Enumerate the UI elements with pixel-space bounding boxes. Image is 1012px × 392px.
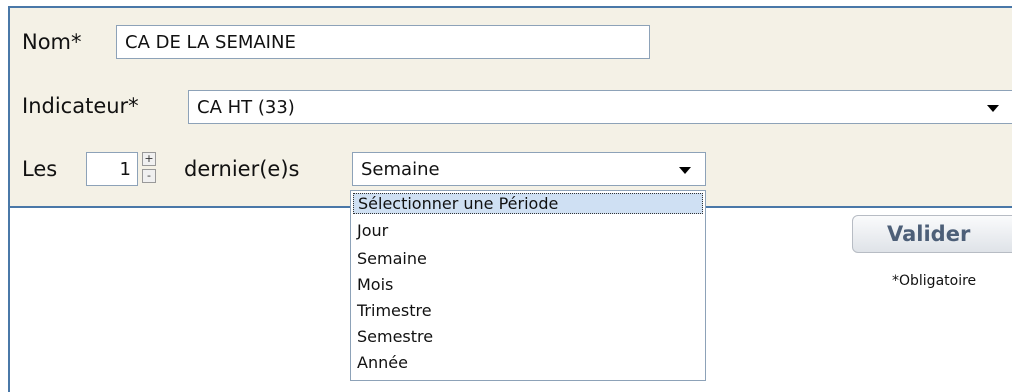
- count-input-value: 1: [119, 158, 131, 180]
- period-option[interactable]: Semestre: [357, 327, 433, 346]
- dernier-label: dernier(e)s: [184, 157, 300, 181]
- chevron-down-icon[interactable]: [679, 167, 691, 174]
- name-label: Nom*: [22, 30, 82, 54]
- period-option[interactable]: Mois: [357, 275, 393, 294]
- period-option[interactable]: Sélectionner une Période: [353, 193, 703, 214]
- decrement-button[interactable]: -: [142, 169, 156, 183]
- period-option[interactable]: Année: [357, 353, 408, 372]
- count-input[interactable]: 1: [86, 152, 138, 186]
- indicator-select-value: CA HT (33): [197, 96, 295, 118]
- les-label: Les: [22, 157, 58, 181]
- period-dropdown-list: Sélectionner une Période Jour Semaine Mo…: [350, 190, 706, 381]
- mandatory-note: *Obligatoire: [892, 273, 977, 289]
- validate-button[interactable]: Valider: [852, 215, 1012, 253]
- period-select[interactable]: Semaine: [352, 152, 706, 186]
- name-input-value: CA DE LA SEMAINE: [125, 31, 296, 53]
- form-panel: Nom* CA DE LA SEMAINE Indicateur* CA HT …: [10, 8, 1012, 208]
- name-input[interactable]: CA DE LA SEMAINE: [116, 25, 650, 59]
- indicator-label: Indicateur*: [22, 94, 139, 118]
- period-select-value: Semaine: [361, 158, 440, 180]
- increment-button[interactable]: +: [142, 152, 156, 166]
- indicator-select[interactable]: CA HT (33): [188, 90, 1012, 124]
- period-option[interactable]: Trimestre: [357, 301, 432, 320]
- chevron-down-icon[interactable]: [987, 105, 999, 112]
- period-option[interactable]: Semaine: [357, 249, 427, 268]
- period-option[interactable]: Jour: [357, 221, 388, 240]
